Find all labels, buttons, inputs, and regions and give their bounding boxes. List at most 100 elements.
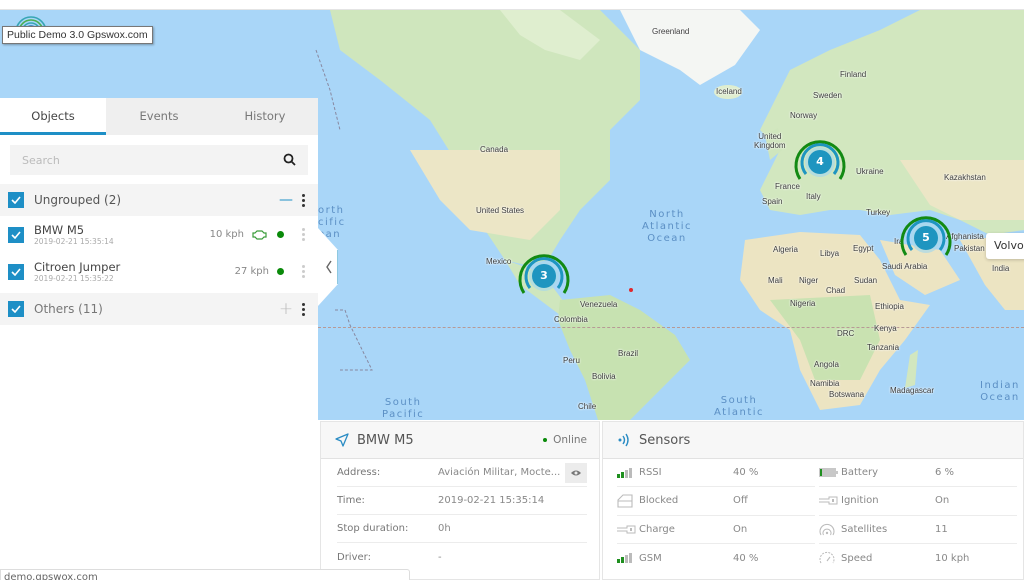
map-label-angola: Angola [814,360,839,369]
object-info-title: BMW M5 [357,432,414,448]
map-label-sudan: Sudan [854,276,878,285]
group-label: Ungrouped (2) [34,193,122,207]
object-checkbox[interactable] [8,226,24,243]
search-icon[interactable] [283,153,296,166]
key-icon [617,525,636,534]
tab-objects[interactable]: Objects [0,98,106,135]
door-icon [617,494,633,508]
land-greenland [620,10,760,85]
object-row[interactable]: BMW M5 2019-02-21 15:35:14 10 kph [0,216,318,253]
expand-group-icon[interactable]: + [276,299,296,319]
sensor-row-rssi: RSSI 40 % [617,459,815,488]
object-time: 2019-02-21 15:35:14 [34,236,114,246]
map-label-niger: Niger [799,276,819,285]
map-label-ethiopia: Ethiopia [875,302,904,311]
map-label-drc: DRC [837,329,855,338]
marker-tooltip: Volvo [986,233,1024,259]
sensor-value: 40 % [733,467,759,479]
sensor-label: Battery [841,467,879,479]
search-input[interactable] [10,145,308,175]
group-menu-icon[interactable] [296,193,310,207]
object-status: Online [543,434,587,446]
map-label-colombia: Colombia [554,315,588,324]
objects-panel: Objects Events History Ungrouped (2) — [0,98,318,580]
object-checkbox[interactable] [8,263,24,280]
map-label-algeria: Algeria [773,245,798,254]
eye-icon [571,470,581,475]
map-label-tanzania: Tanzania [867,343,900,352]
check-icon [11,196,21,204]
sensor-value: 10 kph [935,552,970,564]
cluster-marker-europe[interactable]: 4 [790,132,850,192]
object-menu-icon[interactable] [296,265,310,278]
map-label-kenya: Kenya [874,324,897,333]
map-label-madagascar: Madagascar [890,386,935,395]
sensors-header: Sensors [603,422,1023,459]
tab-events[interactable]: Events [106,98,212,135]
map-label-iceland: Iceland [716,87,742,96]
check-icon [11,267,21,276]
info-value: Aviación Militar, Mocte... [438,467,561,478]
check-icon [11,230,21,239]
info-row-driver: Driver: - [337,543,587,571]
object-menu-icon[interactable] [296,228,310,241]
object-names: BMW M5 2019-02-21 15:35:14 [34,223,210,247]
wireless-icon [618,433,629,447]
sensor-value: 40 % [733,552,759,564]
sensor-row-speed: Speed 10 kph [819,544,1017,572]
app: Greenland Iceland Finland Sweden Norway … [0,0,1024,580]
map-label-us: United States [476,206,525,215]
map-label-norway: Norway [790,111,818,120]
sensor-value: 6 % [935,467,955,479]
land-usa [410,150,560,240]
site-tooltip: Public Demo 3.0 Gpswox.com [2,26,153,44]
sensors-title: Sensors [639,432,691,448]
map-label-pakistan: Pakistan [954,244,985,253]
collapse-panel-button[interactable] [318,228,338,306]
map-label-mali: Mali [768,276,783,285]
search-box [10,145,308,175]
sensor-row-battery: Battery 6 % [819,459,1017,488]
info-label: Time: [337,495,365,506]
navigation-arrow-icon [335,433,349,447]
map-label-chad: Chad [826,286,846,295]
info-value: 0h [438,523,451,534]
map-label-brazil: Brazil [618,349,639,358]
object-info-rows: Address: Aviación Militar, Mocte... Time… [321,459,599,571]
collapse-group-icon[interactable]: — [276,192,296,208]
group-menu-icon[interactable] [296,302,310,316]
info-row-stop-duration: Stop duration: 0h [337,515,587,543]
sensor-row-ignition: Ignition On [819,487,1017,516]
browser-statusbar-url: demo.gpswox.com [0,569,410,580]
group-ungrouped[interactable]: Ungrouped (2) — [0,184,318,216]
group-checkbox[interactable] [8,301,24,317]
map-equator [318,327,1024,328]
info-label: Address: [337,467,381,478]
online-status-dot [277,268,284,275]
map-label-namibia: Namibia [810,379,840,388]
group-checkbox[interactable] [8,192,24,208]
info-row-address: Address: Aviación Militar, Mocte... [337,459,587,487]
object-names: Citroen Jumper 2019-02-21 15:35:22 [34,260,235,284]
show-address-button[interactable] [565,462,587,483]
map-label-india: India [992,264,1010,273]
object-name: Citroen Jumper [34,259,121,274]
group-label: Others (11) [34,302,103,316]
info-label: Driver: [337,551,371,563]
object-marker[interactable] [629,288,633,292]
check-icon [11,305,21,313]
map-label-canada: Canada [480,145,509,154]
cluster-marker-middle-east[interactable]: 5 [896,208,956,268]
map-label-nigeria: Nigeria [790,299,816,308]
info-row-time: Time: 2019-02-21 15:35:14 [337,487,587,515]
map-label-sweden: Sweden [813,91,842,100]
panel-tabs: Objects Events History [0,98,318,135]
tab-history[interactable]: History [212,98,318,135]
satellite-icon [819,524,835,536]
group-others[interactable]: Others (11) + [0,293,318,325]
object-info-header: BMW M5 Online [321,422,599,459]
object-info-panel: BMW M5 Online Address: Aviación Militar,… [320,421,600,580]
object-row[interactable]: Citroen Jumper 2019-02-21 15:35:22 27 kp… [0,253,318,290]
cluster-marker-americas[interactable]: 3 [514,246,574,306]
map-label-chile: Chile [578,402,597,411]
